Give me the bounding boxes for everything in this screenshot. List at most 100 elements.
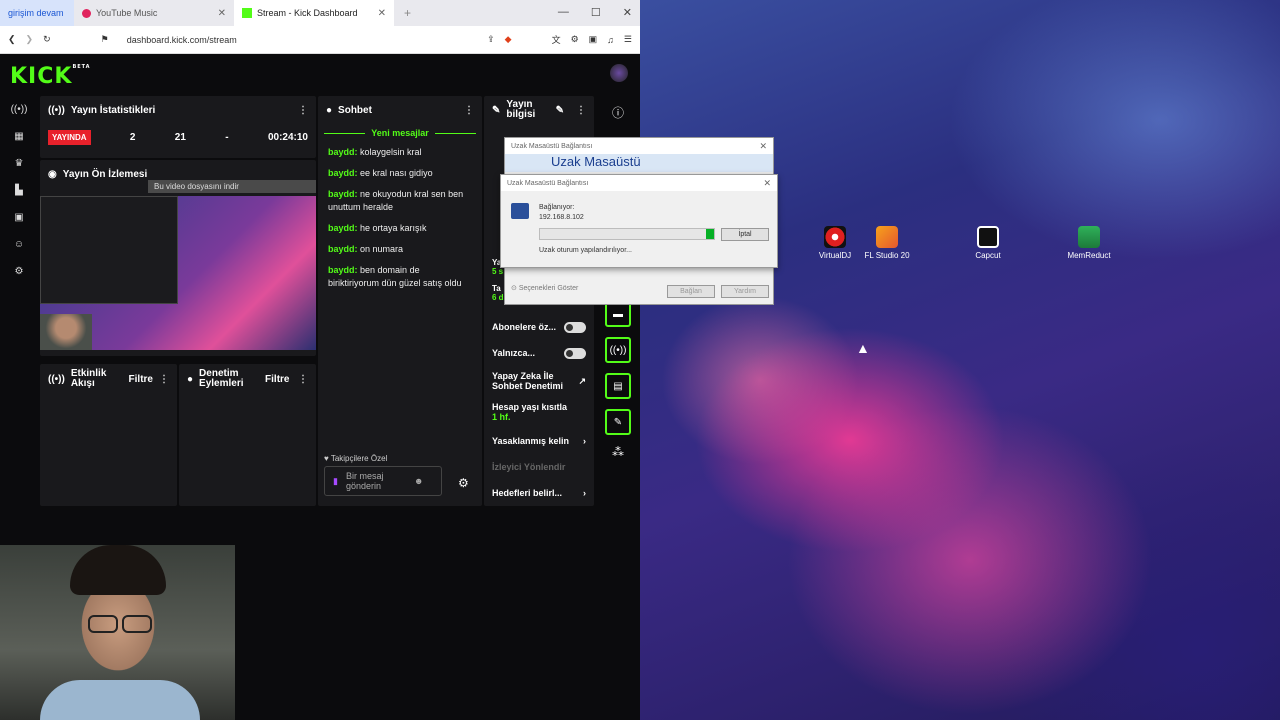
- ai-moderation-row[interactable]: Yapay Zeka İle Sohbet Denetimi ↗: [484, 366, 594, 396]
- account-age-row[interactable]: Hesap yaşı kısıtla 1 hf.: [484, 396, 594, 428]
- minimize-icon[interactable]: —: [558, 6, 569, 19]
- tab-youtube-music[interactable]: YouTube Music ✕: [74, 0, 234, 26]
- tools-action-button[interactable]: ✎: [605, 409, 631, 435]
- chat-username[interactable]: baydd:: [328, 265, 358, 275]
- flstudio-icon: [876, 226, 898, 248]
- avatar[interactable]: [610, 64, 628, 82]
- url-field[interactable]: dashboard.kick.com/stream: [127, 35, 477, 45]
- only-toggle[interactable]: [564, 347, 586, 359]
- chat-settings-icon[interactable]: ⚙: [458, 476, 469, 490]
- stats-icon: ((•)): [48, 104, 65, 116]
- close-icon[interactable]: ✕: [378, 8, 386, 19]
- back-icon[interactable]: ❮: [8, 34, 16, 45]
- more-icon[interactable]: ⋮: [576, 105, 586, 116]
- brave-shield-icon[interactable]: ◆: [505, 34, 512, 45]
- show-options-link[interactable]: ⊙ Seçenekleri Göster: [511, 284, 578, 292]
- emoji-icon[interactable]: ☻: [414, 476, 423, 486]
- filter-button[interactable]: Filtre: [129, 374, 153, 385]
- chat-input[interactable]: ▮ Bir mesaj gönderin ☻: [324, 466, 442, 496]
- media-icon[interactable]: ♫: [607, 35, 614, 45]
- share-icon[interactable]: ⇪: [487, 34, 495, 45]
- forward-icon[interactable]: ❯: [26, 34, 34, 45]
- chat-username[interactable]: baydd:: [328, 223, 358, 233]
- creator-icon[interactable]: ▙: [8, 185, 30, 212]
- address-bar: ❮ ❯ ↻ ⚑ dashboard.kick.com/stream ⇪ ◆ 文 …: [0, 26, 640, 54]
- banned-words-row[interactable]: Yasaklanmış kelin ›: [484, 428, 594, 454]
- chat-text: he ortaya karışık: [360, 223, 427, 233]
- close-icon[interactable]: ✕: [763, 178, 771, 189]
- desktop-wallpaper: VirtualDJ FL Studio 20 Capcut MemReduct …: [640, 0, 1280, 720]
- download-label: Bu video dosyasını indir: [154, 182, 239, 191]
- microphone-icon[interactable]: ▮: [333, 476, 338, 487]
- analytics-icon[interactable]: ▦: [8, 131, 30, 158]
- settings-icon[interactable]: ⚙: [8, 266, 30, 293]
- close-icon[interactable]: ✕: [759, 141, 767, 152]
- preview-webcam: [40, 314, 92, 350]
- side-navigation: ((•)) ▦ ♛ ▙ ▣ ☺ ⚙: [8, 104, 30, 293]
- chat-username[interactable]: baydd:: [328, 147, 358, 157]
- close-icon[interactable]: ✕: [218, 8, 226, 19]
- tab-kick-dashboard[interactable]: Stream - Kick Dashboard ✕: [234, 0, 394, 26]
- dialog-title: Uzak Masaüstü Bağlantısı: [507, 179, 589, 187]
- chat-username[interactable]: baydd:: [328, 189, 358, 199]
- connect-button[interactable]: Bağlan: [667, 285, 715, 298]
- desktop-icon-memreduct[interactable]: MemReduct: [1054, 226, 1124, 260]
- new-messages-divider: Yeni mesajlar: [318, 124, 482, 142]
- reload-icon[interactable]: ↻: [43, 34, 51, 45]
- clips-icon[interactable]: ▣: [8, 212, 30, 239]
- trophy-icon[interactable]: ♛: [8, 158, 30, 185]
- chat-message: baydd: he ortaya karışık: [318, 218, 482, 239]
- new-tab-icon[interactable]: +: [394, 6, 421, 20]
- panel-title: Yayın İstatistikleri: [70, 104, 156, 116]
- more-icon[interactable]: ⋮: [159, 374, 169, 385]
- preview-video[interactable]: [40, 196, 316, 350]
- capcut-icon: [977, 226, 999, 248]
- chat-username[interactable]: baydd:: [328, 168, 358, 178]
- beta-badge: BETA: [72, 64, 91, 70]
- bookmark-icon[interactable]: ⚑: [101, 34, 109, 45]
- stream-action-button[interactable]: ((•)): [605, 337, 631, 363]
- kick-favicon: [242, 8, 252, 18]
- chat-username[interactable]: baydd:: [328, 244, 358, 254]
- tab-label: Stream - Kick Dashboard: [257, 8, 358, 18]
- set-goals-row[interactable]: Hedefleri belirl... ›: [484, 480, 594, 506]
- info-icon[interactable]: ⓘ: [602, 104, 634, 121]
- maximize-icon[interactable]: ☐: [591, 6, 601, 19]
- only-toggle-row[interactable]: Yalnızca...: [484, 340, 594, 366]
- connection-progress: [539, 228, 715, 240]
- edit-icon[interactable]: ✎: [556, 105, 564, 116]
- download-video-bar[interactable]: Bu video dosyasını indir: [148, 180, 316, 193]
- cancel-button[interactable]: İptal: [721, 228, 769, 241]
- external-link-icon[interactable]: ↗: [578, 376, 586, 386]
- more-icon[interactable]: ⋮: [298, 374, 308, 385]
- wrench-icon: ✎: [492, 104, 501, 116]
- close-window-icon[interactable]: ✕: [623, 6, 632, 19]
- help-button[interactable]: Yardım: [721, 285, 769, 298]
- translate-icon[interactable]: 文: [552, 33, 561, 46]
- add-action-icon[interactable]: ⁂: [602, 445, 634, 459]
- menu-icon[interactable]: ☰: [624, 34, 632, 45]
- computer-icon: [511, 203, 529, 219]
- media-icon: ▤: [613, 380, 623, 392]
- subscribers-only-toggle[interactable]: [564, 321, 586, 333]
- preview-icon: ◉: [48, 168, 57, 180]
- desktop-icon-label: FL Studio 20: [864, 251, 910, 260]
- connecting-label: Bağlanıyor:: [539, 204, 575, 211]
- desktop-icon-flstudio[interactable]: FL Studio 20: [852, 226, 922, 260]
- stream-icon[interactable]: ((•)): [8, 104, 30, 131]
- chat-text: kolaygelsin kral: [360, 147, 422, 157]
- row-label: Yapay Zeka İle Sohbet Denetimi: [492, 371, 564, 391]
- kick-logo[interactable]: KICKBETA: [10, 64, 91, 89]
- sidebar-icon[interactable]: ▣: [589, 34, 598, 45]
- more-icon[interactable]: ⋮: [464, 105, 474, 116]
- filter-button[interactable]: Filtre: [265, 374, 289, 385]
- slow-mode-value: 5 s: [492, 267, 504, 276]
- tab-girisim[interactable]: girişim devam: [0, 0, 74, 26]
- progress-fill: [706, 229, 714, 239]
- more-icon[interactable]: ⋮: [298, 105, 308, 116]
- media-action-button[interactable]: ▤: [605, 373, 631, 399]
- community-icon[interactable]: ☺: [8, 239, 30, 266]
- desktop-icon-capcut[interactable]: Capcut: [953, 226, 1023, 260]
- extensions-icon[interactable]: ⚙: [571, 34, 579, 45]
- subscribers-only-toggle-row[interactable]: Abonelere öz...: [484, 314, 594, 340]
